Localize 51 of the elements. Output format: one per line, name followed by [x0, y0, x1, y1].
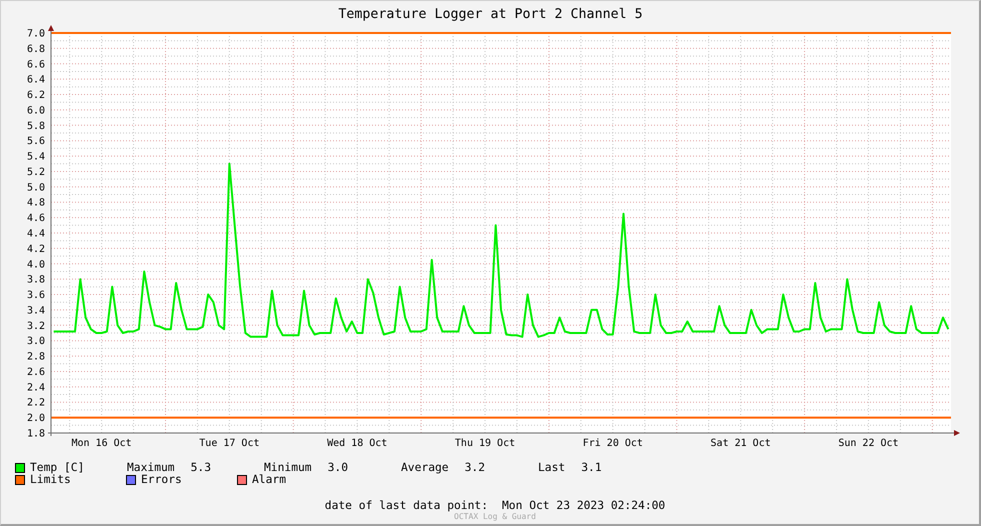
y-tick-label: 5.4 — [26, 152, 45, 163]
stat-value: 5.3 — [190, 462, 212, 474]
stat-label: Last — [538, 462, 566, 474]
y-tick-label: 5.2 — [26, 166, 45, 178]
y-tick-label: 5.6 — [26, 136, 45, 148]
y-tick-label: 4.8 — [26, 198, 45, 209]
legend-label: Temp [C] — [30, 462, 84, 474]
y-tick-label: 2.4 — [26, 382, 45, 394]
x-tick-label: Thu 19 Oct — [454, 438, 516, 449]
y-tick-label: 3.6 — [26, 290, 45, 302]
legend-swatch — [15, 463, 25, 473]
legend-label: Limits — [30, 474, 71, 486]
x-tick-label: Mon 16 Oct — [71, 438, 132, 449]
y-tick-label: 3.8 — [26, 274, 45, 286]
y-tick-label: 7.0 — [26, 28, 45, 40]
stat-label: Average — [401, 462, 449, 474]
y-tick-label: 2.2 — [26, 398, 45, 409]
y-tick-label: 4.2 — [26, 244, 45, 255]
y-tick-label: 3.4 — [26, 305, 45, 316]
stat-value: 3.0 — [328, 462, 348, 474]
x-tick-label: Fri 20 Oct — [582, 438, 643, 449]
last-data-label: date of last data point: — [324, 499, 488, 512]
y-tick-label: 1.8 — [26, 428, 45, 440]
y-tick-label: 6.0 — [26, 105, 45, 116]
y-tick-label: 6.6 — [26, 59, 45, 70]
x-tick-label: Sun 22 Oct — [838, 438, 899, 449]
y-tick-label: 6.8 — [26, 44, 45, 55]
y-tick-label: 4.0 — [26, 259, 45, 270]
stat-label: Minimum — [264, 462, 312, 474]
credit-text: OCTAX Log & Guard — [454, 512, 536, 521]
last-data-value: Mon Oct 23 2023 02:24:00 — [502, 499, 666, 512]
y-tick-label: 3.0 — [26, 336, 45, 348]
x-tick-label: Tue 17 Oct — [199, 438, 260, 449]
stat-value: 3.2 — [464, 462, 486, 474]
chart-title: Temperature Logger at Port 2 Channel 5 — [338, 7, 643, 22]
stat-label: Maximum — [127, 462, 175, 474]
y-tick-label: 2.6 — [26, 366, 45, 378]
y-tick-label: 6.2 — [26, 90, 45, 102]
y-tick-label: 5.0 — [26, 182, 45, 194]
y-tick-label: 3.2 — [26, 320, 45, 332]
y-tick-label: 2.0 — [26, 413, 45, 424]
y-tick-label: 6.4 — [26, 74, 45, 86]
y-tick-label: 4.4 — [26, 228, 45, 240]
y-tick-label: 5.8 — [26, 120, 45, 132]
y-tick-label: 2.8 — [26, 352, 45, 363]
x-tick-label: Sat 21 Oct — [710, 438, 771, 449]
stat-value: 3.1 — [581, 462, 602, 474]
legend-label: Alarm — [252, 474, 286, 486]
y-tick-label: 4.6 — [26, 213, 45, 224]
legend-label: Errors — [141, 474, 182, 486]
x-tick-label: Wed 18 Oct — [327, 438, 388, 449]
